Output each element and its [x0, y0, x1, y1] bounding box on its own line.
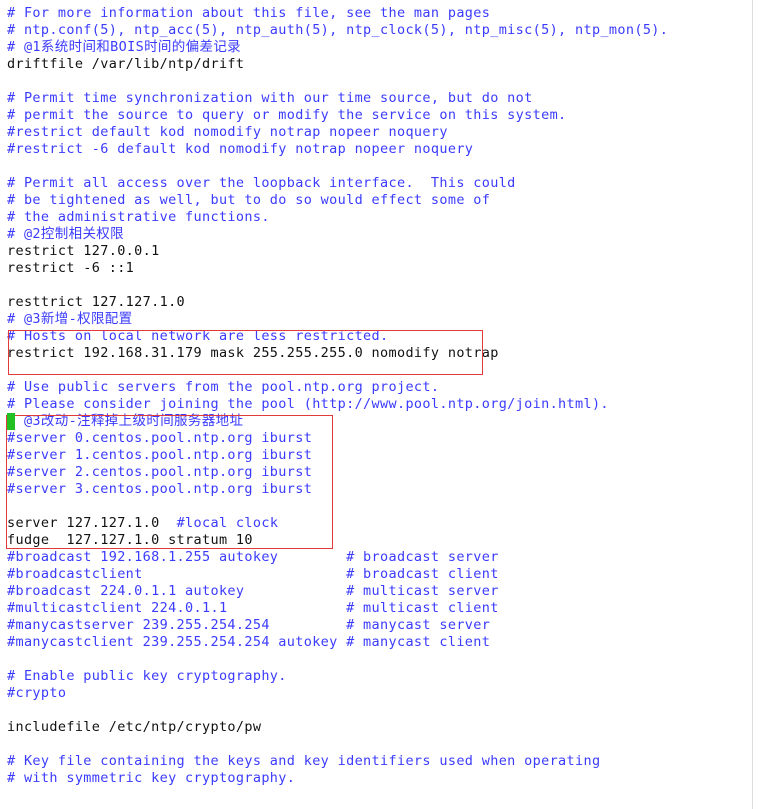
code-line: #broadcastclient # broadcast client	[7, 566, 499, 582]
code-line: #broadcast 224.0.1.1 autokey # multicast…	[7, 583, 499, 599]
code-line: # be tightened as well, but to do so wou…	[7, 192, 491, 208]
code-line: # Please consider joining the pool (http…	[7, 396, 609, 412]
code-line: # @2控制相关权限	[7, 226, 125, 242]
code-line: #crypto	[7, 685, 67, 701]
highlight-box-restrict-config	[8, 330, 483, 375]
text-cursor	[7, 413, 15, 430]
code-line: driftfile /var/lib/ntp/drift	[7, 56, 245, 72]
code-line: # ntp.conf(5), ntp_acc(5), ntp_auth(5), …	[7, 22, 669, 38]
code-line: # @3新增-权限配置	[7, 311, 133, 327]
code-line: # @1系统时间和BOIS时间的偏差记录	[7, 39, 242, 55]
code-line: # Permit all access over the loopback in…	[7, 175, 516, 191]
code-line: restrict 127.0.0.1	[7, 243, 160, 259]
code-line: # Permit time synchronization with our t…	[7, 90, 533, 106]
code-line: #broadcast 192.168.1.255 autokey # broad…	[7, 549, 499, 565]
code-line: # the administrative functions.	[7, 209, 270, 225]
text-editor[interactable]: # For more information about this file, …	[0, 0, 764, 809]
code-line: # Use public servers from the pool.ntp.o…	[7, 379, 440, 395]
code-line: #multicastclient 224.0.1.1 # multicast c…	[7, 600, 499, 616]
code-line: # Enable public key cryptography.	[7, 668, 287, 684]
code-line: restrict -6 ::1	[7, 260, 135, 276]
code-line: #manycastclient 239.255.254.254 autokey …	[7, 634, 491, 650]
code-line: # with symmetric key cryptography.	[7, 770, 296, 786]
code-line: #manycastserver 239.255.254.254 # manyca…	[7, 617, 491, 633]
code-line: resttrict 127.127.1.0	[7, 294, 186, 310]
code-line: # Key file containing the keys and key i…	[7, 753, 601, 769]
code-line: # For more information about this file, …	[7, 5, 491, 21]
code-line: #restrict -6 default kod nomodify notrap…	[7, 141, 474, 157]
code-line: # permit the source to query or modify t…	[7, 107, 567, 123]
highlight-box-server-config	[6, 415, 333, 549]
code-line: #restrict default kod nomodify notrap no…	[7, 124, 448, 140]
code-line: includefile /etc/ntp/crypto/pw	[7, 719, 262, 735]
scroll-edge	[752, 0, 753, 809]
